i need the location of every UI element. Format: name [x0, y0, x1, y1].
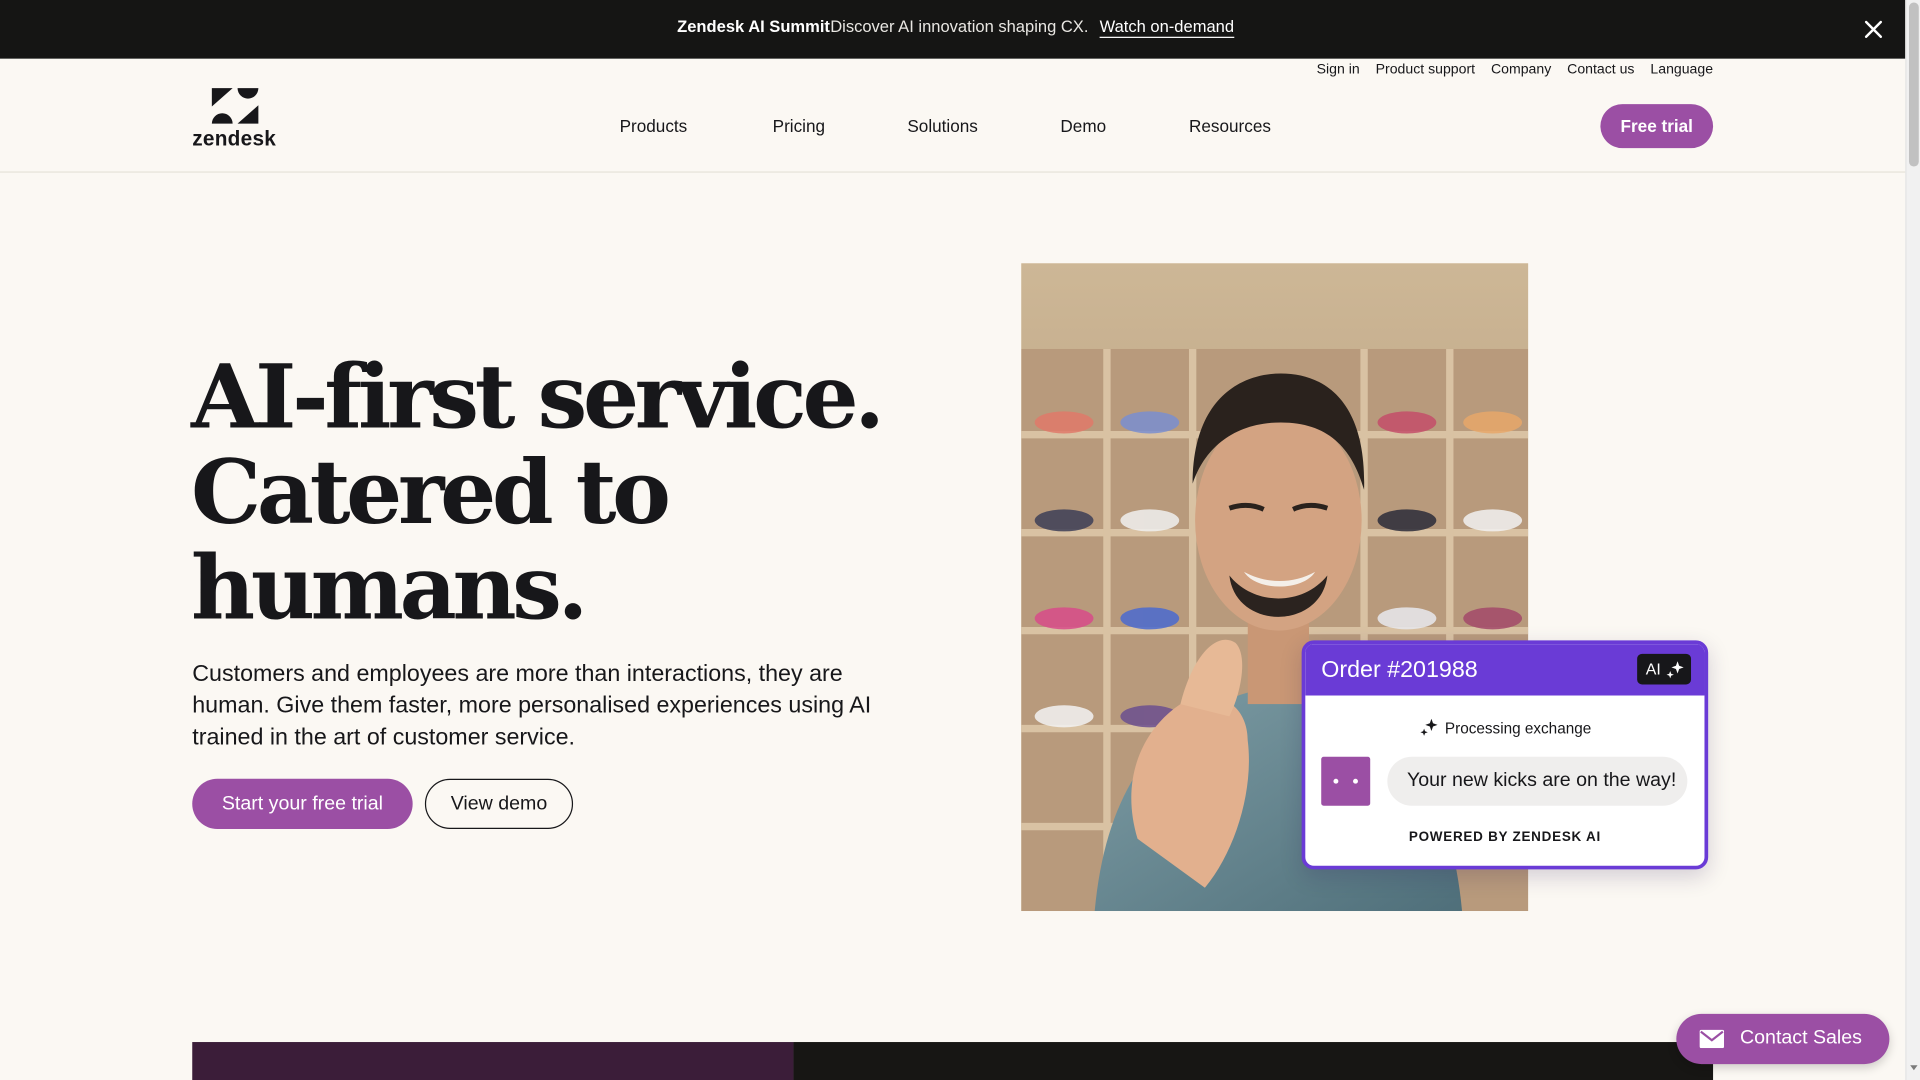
hero-subtitle: Customers and employees are more than in… [192, 661, 872, 751]
order-card-header: Order #201988 AI [1305, 644, 1705, 696]
mail-icon [1699, 1029, 1725, 1049]
watch-on-demand-link[interactable]: Watch on-demand [1099, 17, 1235, 38]
powered-by-label: POWERED BY ZENDESK AI [1408, 830, 1601, 845]
view-demo-button[interactable]: View demo [424, 778, 574, 829]
close-icon[interactable] [1859, 15, 1888, 44]
chat-message-text: Your new kicks are on the way! [1406, 770, 1677, 792]
next-section-panel-right [793, 1042, 1714, 1080]
hero-title: AI-first service. Catered to humans. [191, 344, 885, 640]
hero-title-line: humans. [191, 535, 588, 640]
free-trial-button[interactable]: Free trial [1600, 104, 1714, 149]
sparkle-icon [1666, 661, 1684, 679]
processing-status-label: Processing exchange [1444, 720, 1592, 738]
zendesk-logo-icon [211, 88, 259, 124]
scroll-down-arrow-icon[interactable] [1910, 1065, 1918, 1071]
hero-title-line: Catered to [191, 439, 671, 544]
announcement-title: Zendesk AI Summit [677, 17, 830, 36]
nav-solutions[interactable]: Solutions [907, 116, 978, 136]
processing-status: Processing exchange [1420, 718, 1592, 738]
announcement-bar: Zendesk AI Summit Discover AI innovation… [0, 0, 1906, 59]
ai-badge-label: AI [1645, 660, 1661, 679]
site-header: Sign in Product support Company Contact … [0, 58, 1906, 173]
order-number: Order #201988 [1321, 657, 1478, 684]
contact-sales-button[interactable]: Contact Sales [1676, 1013, 1890, 1065]
page-scrollbar[interactable] [1905, 0, 1920, 1080]
company-link[interactable]: Company [1491, 62, 1551, 77]
zendesk-logo[interactable]: zendesk [192, 86, 280, 151]
sparkle-icon [1420, 718, 1438, 736]
contact-us-link[interactable]: Contact us [1567, 62, 1634, 77]
announcement-description: Discover AI innovation shaping CX. [830, 17, 1089, 36]
utility-nav: Sign in Product support Company Contact … [1317, 62, 1713, 77]
chat-message-bubble: Your new kicks are on the way! [1387, 756, 1688, 806]
bot-avatar-icon [1321, 756, 1371, 806]
nav-demo[interactable]: Demo [1060, 116, 1106, 136]
hero-title-line: AI-first service. [191, 344, 885, 449]
next-section-panel-left [192, 1042, 794, 1080]
product-support-link[interactable]: Product support [1376, 62, 1475, 77]
scrollbar-thumb[interactable] [1908, 2, 1919, 167]
nav-products[interactable]: Products [620, 116, 688, 136]
nav-pricing[interactable]: Pricing [773, 116, 825, 136]
start-free-trial-button[interactable]: Start your free trial [192, 778, 413, 829]
language-link[interactable]: Language [1650, 62, 1713, 77]
page: Zendesk AI Summit Discover AI innovation… [0, 0, 1920, 1080]
contact-sales-label: Contact Sales [1740, 1027, 1862, 1049]
order-status-card: Order #201988 AI Processing exchange You… [1301, 640, 1709, 870]
ai-badge: AI [1637, 653, 1692, 685]
nav-resources[interactable]: Resources [1189, 116, 1271, 136]
logo-wordmark: zendesk [192, 127, 277, 151]
sign-in-link[interactable]: Sign in [1317, 62, 1360, 77]
